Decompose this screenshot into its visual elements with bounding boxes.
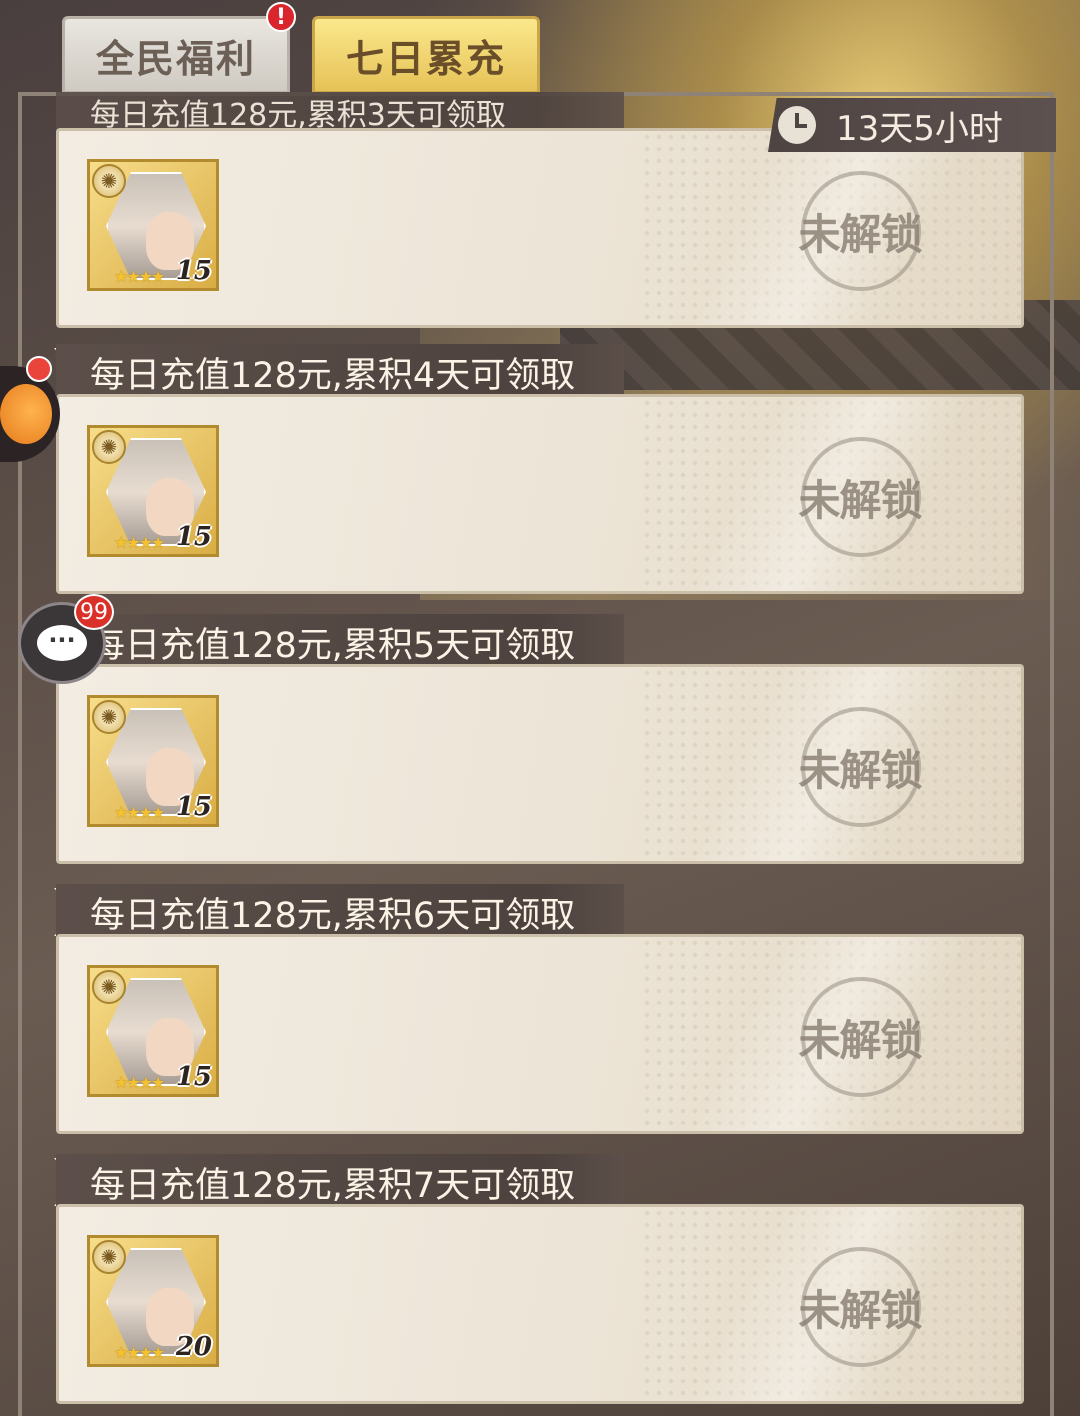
- item-level: 20: [175, 1332, 212, 1362]
- locked-stamp: 未解锁: [795, 171, 925, 291]
- star-rating: ★★★★: [114, 803, 165, 822]
- star-rating: ★★★★: [114, 533, 165, 552]
- tab-alert-badge: !: [266, 2, 296, 32]
- reward-item[interactable]: ✺ ★★★★ 15: [87, 425, 219, 557]
- reward-item[interactable]: ✺ ★★★★ 15: [87, 159, 219, 291]
- locked-label: 未解锁: [798, 1285, 922, 1335]
- chat-unread-badge: 99: [74, 594, 114, 630]
- sun-emblem-icon: ✺: [92, 430, 126, 464]
- item-level: 15: [175, 256, 212, 286]
- notification-dot: [26, 356, 52, 382]
- sun-emblem-icon: ✺: [92, 1240, 126, 1274]
- reward-item[interactable]: ✺ ★★★★ 15: [87, 965, 219, 1097]
- locked-stamp: 未解锁: [795, 977, 925, 1097]
- locked-stamp: 未解锁: [795, 707, 925, 827]
- row-header: 每日充值128元,累积3天可领取: [56, 92, 624, 132]
- item-level: 15: [175, 522, 212, 552]
- sun-emblem-icon: ✺: [92, 164, 126, 198]
- tab-seven-day-recharge[interactable]: 七日累充: [312, 16, 540, 94]
- row-header: 每日充值128元,累积7天可领取: [56, 1154, 624, 1210]
- clock-icon: [778, 106, 816, 144]
- reward-item[interactable]: ✺ ★★★★ 15: [87, 695, 219, 827]
- reward-card: ✺ ★★★★ 15 未解锁: [56, 394, 1024, 594]
- tab-universal-welfare[interactable]: 全民福利: [62, 16, 290, 94]
- reward-card: ✺ ★★★★ 15 未解锁: [56, 934, 1024, 1134]
- locked-label: 未解锁: [798, 745, 922, 795]
- reward-item[interactable]: ✺ ★★★★ 20: [87, 1235, 219, 1367]
- item-level: 15: [175, 792, 212, 822]
- item-level: 15: [175, 1062, 212, 1092]
- countdown-text: 13天5小时: [836, 108, 1003, 149]
- locked-stamp: 未解锁: [795, 437, 925, 557]
- row-header: 每日充值128元,累积4天可领取: [56, 344, 624, 400]
- pet-avatar-icon: [0, 384, 52, 444]
- row-header: 每日充值128元,累积5天可领取: [56, 614, 624, 670]
- chat-icon: ···: [37, 625, 87, 661]
- locked-stamp: 未解锁: [795, 1247, 925, 1367]
- locked-label: 未解锁: [798, 475, 922, 525]
- locked-label: 未解锁: [798, 209, 922, 259]
- star-rating: ★★★★: [114, 1343, 165, 1362]
- countdown-timer: 13天5小时: [768, 98, 1056, 152]
- star-rating: ★★★★: [114, 1073, 165, 1092]
- sun-emblem-icon: ✺: [92, 970, 126, 1004]
- star-rating: ★★★★: [114, 267, 165, 286]
- reward-card: ✺ ★★★★ 15 未解锁: [56, 664, 1024, 864]
- row-header: 每日充值128元,累积6天可领取: [56, 884, 624, 940]
- sun-emblem-icon: ✺: [92, 700, 126, 734]
- locked-label: 未解锁: [798, 1015, 922, 1065]
- reward-card: ✺ ★★★★ 15 未解锁: [56, 128, 1024, 328]
- reward-card: ✺ ★★★★ 20 未解锁: [56, 1204, 1024, 1404]
